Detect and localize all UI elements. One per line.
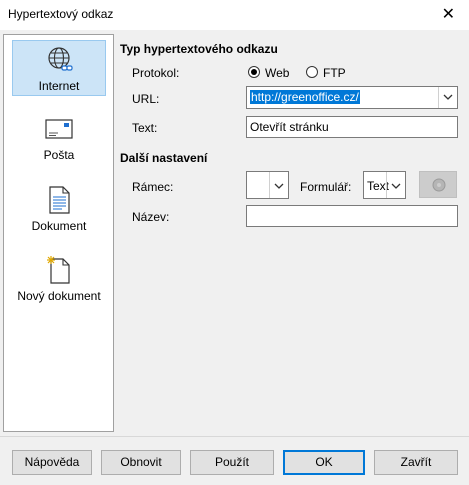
sidebar-item-label: Pošta (43, 148, 75, 162)
url-dropdown-button[interactable] (438, 87, 457, 108)
footer-divider (0, 436, 469, 437)
document-icon (49, 186, 70, 214)
name-label: Název: (132, 210, 170, 224)
help-button[interactable]: Nápověda (12, 450, 92, 475)
events-button[interactable] (419, 171, 457, 198)
frame-combobox[interactable] (246, 171, 289, 199)
form-combobox[interactable]: Text (363, 171, 406, 199)
chevron-down-icon (274, 183, 284, 189)
macro-events-icon (432, 178, 446, 192)
close-button[interactable]: Zavřít (374, 450, 458, 475)
hyperlink-type-sidebar: Internet Pošta Dokument Nový dokument (3, 34, 114, 432)
reset-button[interactable]: Obnovit (101, 450, 181, 475)
protocol-label: Protokol: (132, 66, 180, 80)
hyperlink-type-heading: Typ hypertextového odkazu (120, 42, 278, 56)
frame-dropdown-button[interactable] (269, 172, 288, 198)
envelope-icon (45, 119, 73, 139)
new-document-icon (47, 256, 70, 284)
apply-button[interactable]: Použít (190, 450, 274, 475)
web-radio-label[interactable]: Web (265, 66, 289, 80)
ftp-radio-label[interactable]: FTP (323, 66, 346, 80)
form-label: Formulář: (300, 180, 352, 194)
ok-button[interactable]: OK (283, 450, 365, 475)
title-bar: Hypertextový odkaz ✕ (0, 0, 469, 30)
sidebar-item-mail[interactable]: Pošta (12, 110, 106, 166)
text-field[interactable]: Otevřít stránku (246, 116, 458, 138)
url-label: URL: (132, 92, 160, 106)
window-title: Hypertextový odkaz (8, 7, 114, 21)
text-label: Text: (132, 121, 158, 135)
other-settings-heading: Další nastavení (120, 151, 208, 165)
url-input[interactable]: http://greenoffice.cz/ (250, 90, 360, 104)
name-field[interactable] (246, 205, 458, 227)
sidebar-item-label: Dokument (31, 219, 87, 233)
web-radio[interactable] (248, 66, 260, 78)
sidebar-item-label: Internet (38, 79, 80, 93)
sidebar-item-new-document[interactable]: Nový dokument (12, 251, 106, 307)
close-icon[interactable]: ✕ (442, 4, 455, 24)
globe-icon (48, 47, 73, 71)
chevron-down-icon (443, 94, 453, 100)
sidebar-item-document[interactable]: Dokument (12, 181, 106, 237)
text-field-value: Otevřít stránku (250, 120, 329, 134)
sidebar-item-internet[interactable]: Internet (12, 40, 106, 96)
ftp-radio[interactable] (306, 66, 318, 78)
form-dropdown-button[interactable] (386, 172, 405, 198)
chevron-down-icon (391, 183, 401, 189)
frame-label: Rámec: (132, 180, 174, 194)
url-combobox[interactable]: http://greenoffice.cz/ (246, 86, 458, 109)
sidebar-item-label: Nový dokument (17, 289, 101, 303)
